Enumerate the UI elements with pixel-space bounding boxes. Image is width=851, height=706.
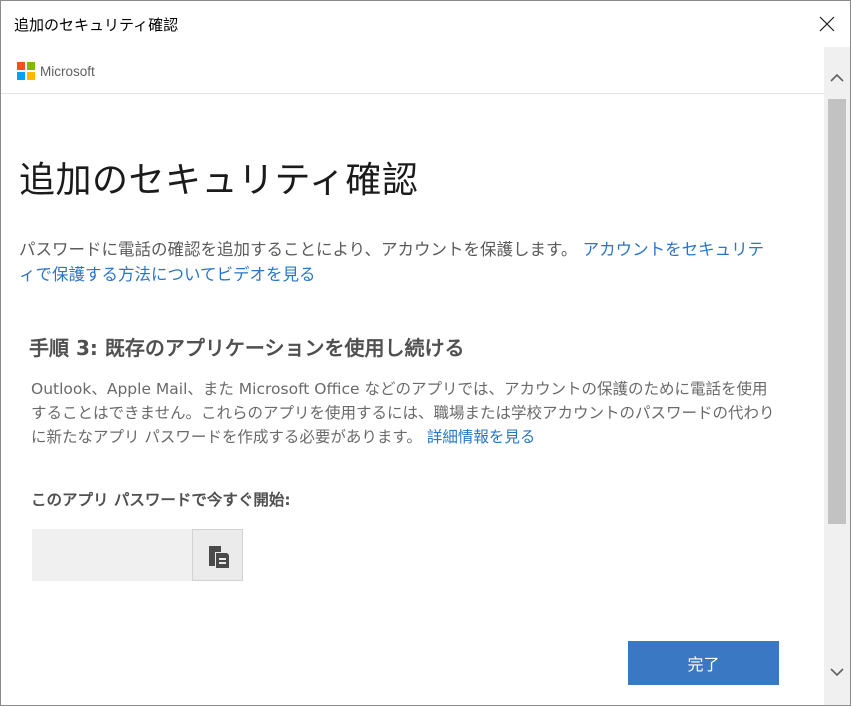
scroll-up-button[interactable] <box>824 65 850 91</box>
scroll-thumb[interactable] <box>828 99 846 524</box>
window-title: 追加のセキュリティ確認 <box>14 16 179 34</box>
scroll-down-button[interactable] <box>824 659 850 685</box>
chevron-up-icon <box>830 73 844 82</box>
start-label: このアプリ パスワードで今すぐ開始: <box>31 491 291 509</box>
close-button[interactable] <box>804 1 850 47</box>
copy-button[interactable] <box>192 529 243 581</box>
brand-name: Microsoft <box>40 63 95 79</box>
copy-icon <box>208 546 229 568</box>
done-button[interactable]: 完了 <box>628 641 779 685</box>
intro-text: パスワードに電話の確認を追加することにより、アカウントを保護します。 アカウント… <box>19 237 779 287</box>
microsoft-logo: Microsoft <box>17 62 95 80</box>
step-description: Outlook、Apple Mail、また Microsoft Office な… <box>31 377 776 449</box>
close-icon <box>819 16 835 32</box>
page-title: 追加のセキュリティ確認 <box>19 160 419 201</box>
intro-body: パスワードに電話の確認を追加することにより、アカウントを保護します。 <box>19 240 578 259</box>
title-bar: 追加のセキュリティ確認 <box>1 1 850 47</box>
app-password-field[interactable] <box>32 529 192 581</box>
dialog-window: 追加のセキュリティ確認 Microsoft 追加のセキュリティ確認 パスワードに… <box>0 0 851 706</box>
chevron-down-icon <box>830 668 844 677</box>
step-heading: 手順 3: 既存のアプリケーションを使用し続ける <box>29 336 465 360</box>
step-body: Outlook、Apple Mail、また Microsoft Office な… <box>31 380 775 446</box>
microsoft-logo-icon <box>17 62 35 80</box>
content-area: Microsoft 追加のセキュリティ確認 パスワードに電話の確認を追加すること… <box>1 47 824 705</box>
ms-header: Microsoft <box>1 47 824 94</box>
learn-more-link[interactable]: 詳細情報を見る <box>427 428 536 446</box>
vertical-scrollbar[interactable] <box>824 47 850 705</box>
